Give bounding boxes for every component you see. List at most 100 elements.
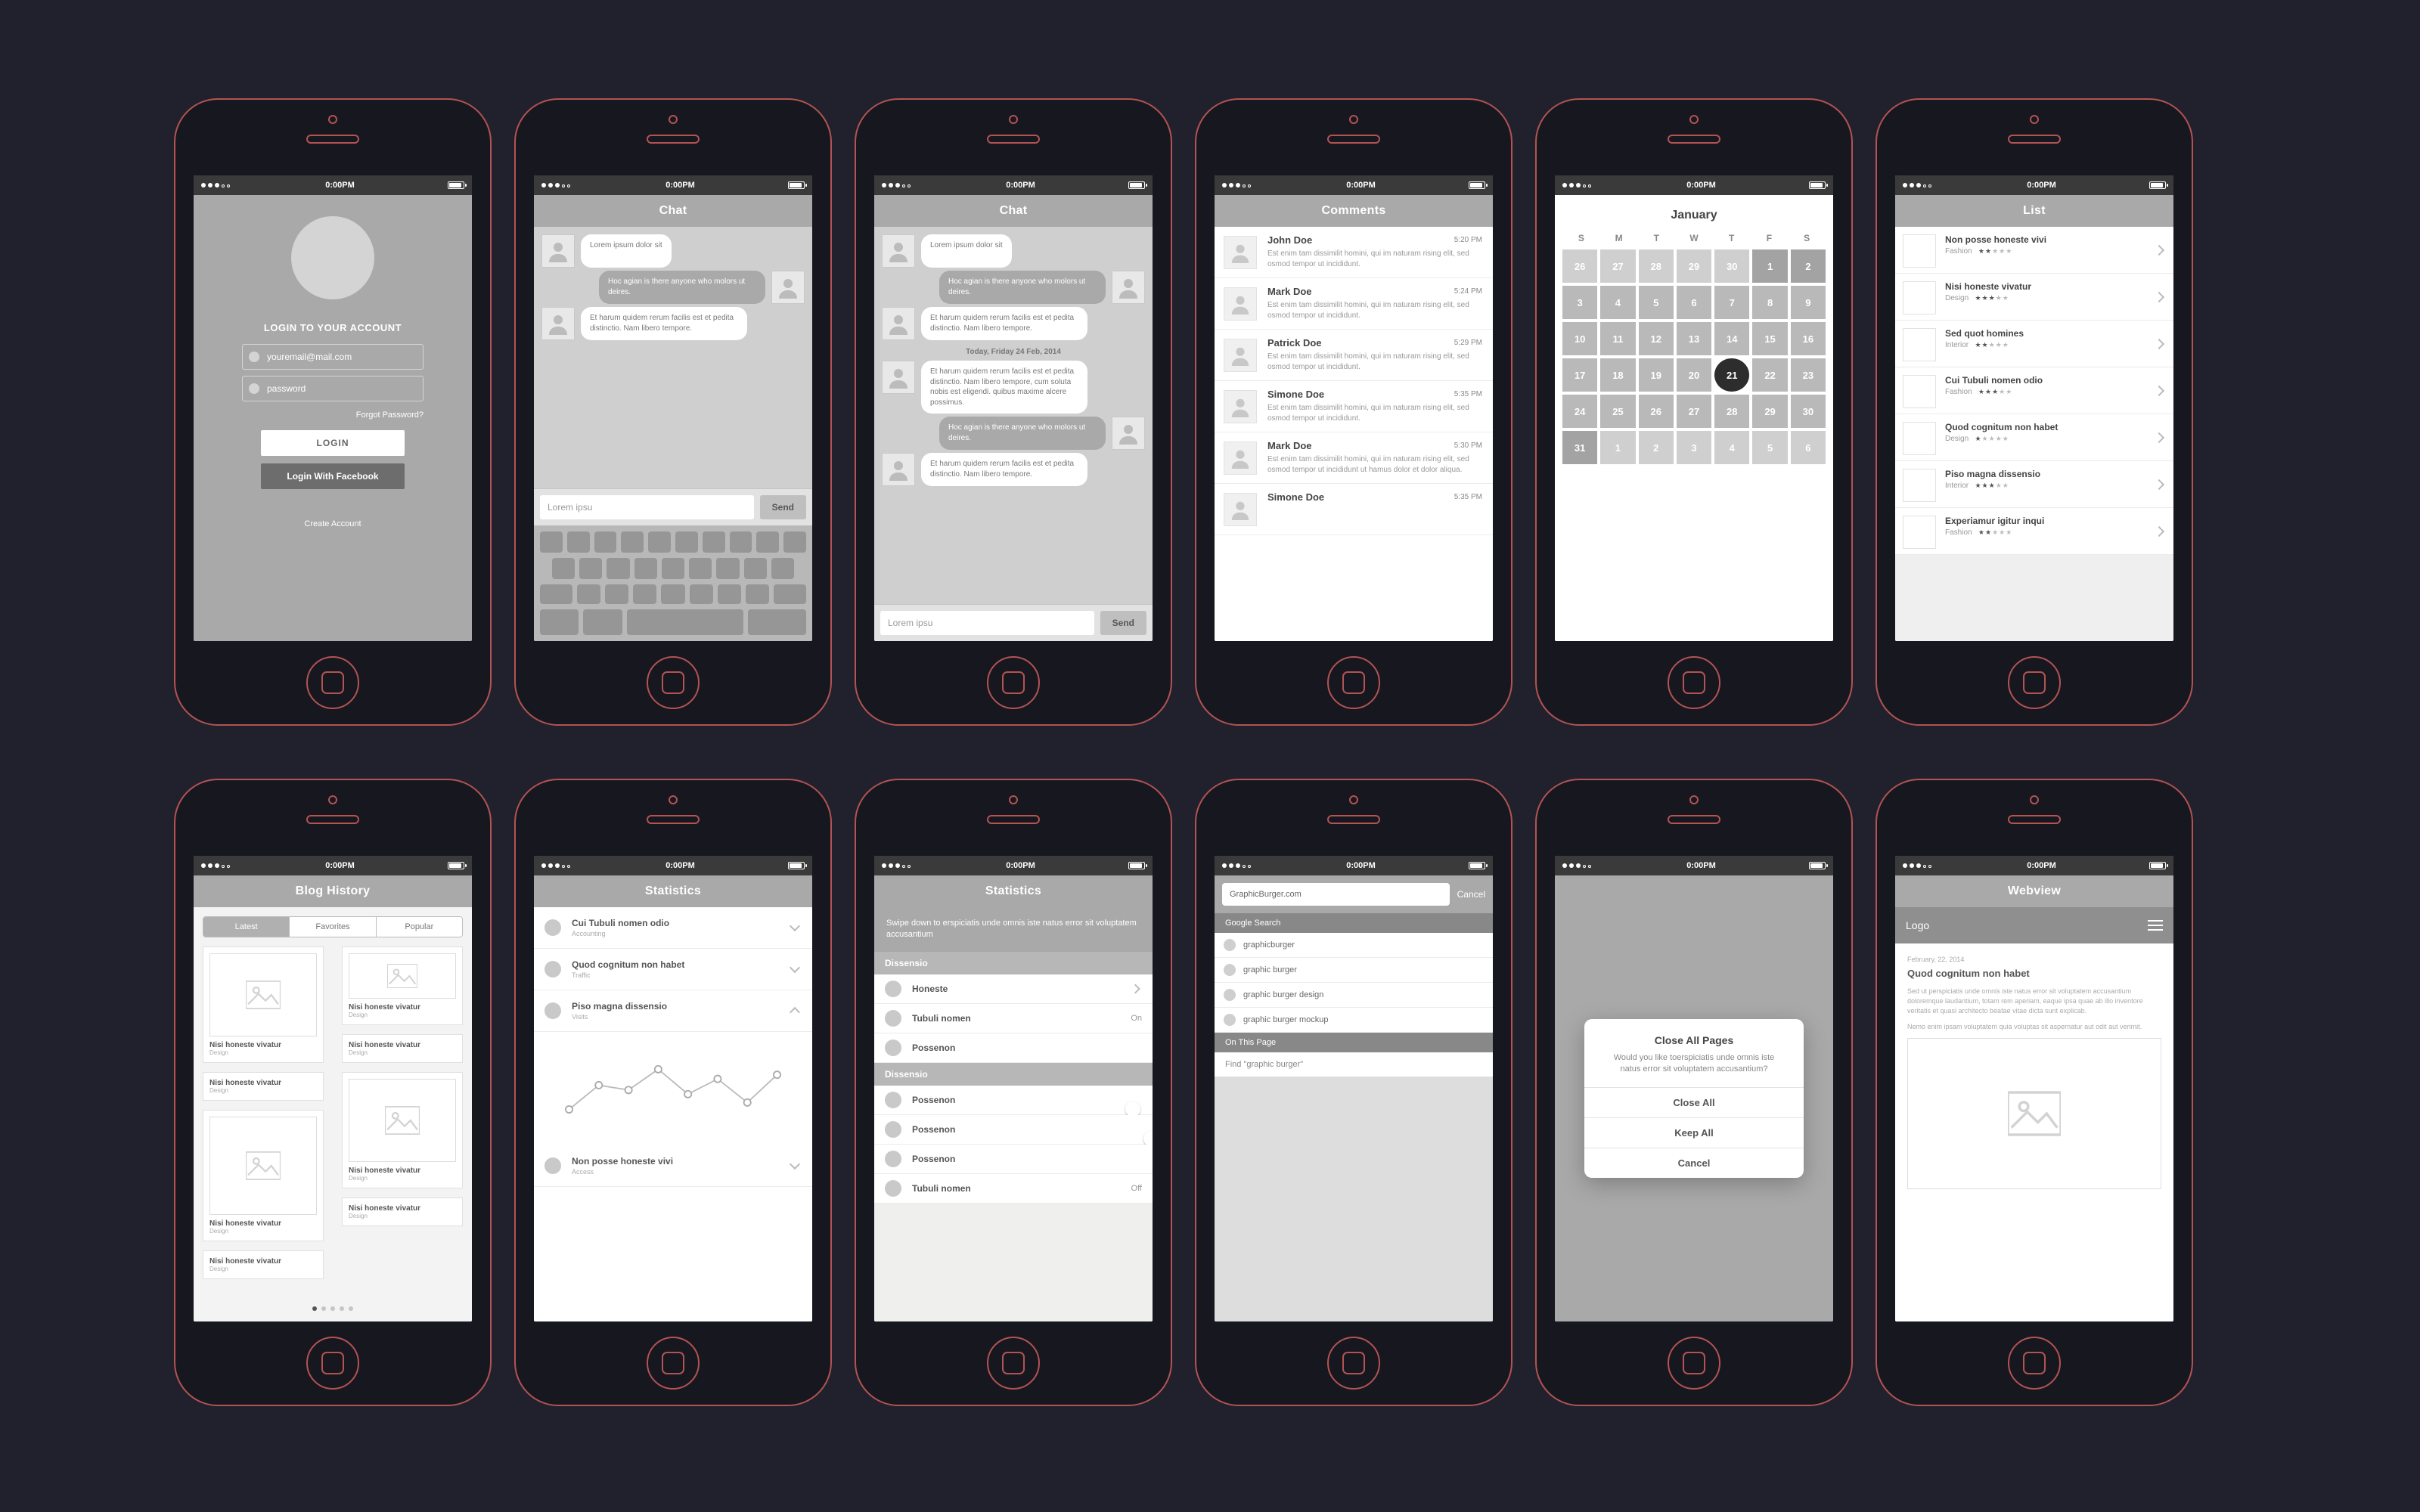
send-button[interactable]: Send (1100, 611, 1146, 635)
chat-body[interactable]: Lorem ipsum dolor sitMonday, 5:56 PMHoc … (874, 227, 1153, 604)
menu-icon[interactable] (2148, 920, 2163, 931)
create-account-link[interactable]: Create Account (304, 519, 361, 528)
calendar-day[interactable]: 15 (1752, 322, 1787, 355)
calendar-day[interactable]: 12 (1639, 322, 1674, 355)
calendar-day[interactable]: 9 (1791, 286, 1826, 319)
calendar-day[interactable]: 11 (1600, 322, 1635, 355)
blog-tile[interactable]: Nisi honeste vivaturDesign (203, 947, 324, 1063)
calendar-day[interactable]: 17 (1562, 358, 1597, 392)
list-item[interactable]: Nisi honeste vivaturDesign ★★★★★ (1895, 274, 2173, 321)
calendar-day[interactable]: 7 (1714, 286, 1749, 319)
blog-tile[interactable]: Nisi honeste vivaturDesign (203, 1110, 324, 1241)
password-field[interactable]: password (242, 376, 424, 401)
calendar-day[interactable]: 6 (1677, 286, 1711, 319)
settings-row[interactable]: Possenon (874, 1145, 1153, 1174)
find-on-page[interactable]: Find "graphic burger" (1215, 1052, 1493, 1077)
calendar-day[interactable]: 14 (1714, 322, 1749, 355)
calendar-day[interactable]: 3 (1562, 286, 1597, 319)
calendar-day[interactable]: 13 (1677, 322, 1711, 355)
list-item[interactable]: Quod cognitum non habetDesign ★★★★★ (1895, 414, 2173, 461)
comments-list[interactable]: John Doe5:20 PMEst enim tam dissimilit h… (1215, 227, 1493, 641)
keyboard[interactable] (534, 525, 812, 641)
calendar-day[interactable]: 21 (1714, 358, 1749, 392)
comment-row[interactable]: Mark Doe5:24 PMEst enim tam dissimilit h… (1215, 278, 1493, 330)
calendar-day[interactable]: 25 (1600, 395, 1635, 428)
calendar-grid[interactable]: 2627282930123456789101112131415161718192… (1562, 249, 1826, 464)
stats-row[interactable]: Cui Tubuli nomen odioAccounting (534, 907, 812, 949)
calendar-day[interactable]: 28 (1714, 395, 1749, 428)
settings-row[interactable]: Possenon (874, 1033, 1153, 1063)
calendar-day[interactable]: 19 (1639, 358, 1674, 392)
calendar-day[interactable]: 30 (1714, 249, 1749, 283)
search-suggestion[interactable]: graphic burger design (1215, 983, 1493, 1008)
comment-row[interactable]: Simone Doe5:35 PMEst enim tam dissimilit… (1215, 381, 1493, 432)
send-button[interactable]: Send (760, 495, 806, 519)
chat-body[interactable]: Lorem ipsum dolor sitMonday, 5:56 PMHoc … (534, 227, 812, 488)
blog-tile[interactable]: Nisi honeste vivaturDesign (342, 947, 463, 1025)
blog-tile[interactable]: Nisi honeste vivaturDesign (203, 1072, 324, 1101)
calendar-day[interactable]: 10 (1562, 322, 1597, 355)
calendar-day[interactable]: 8 (1752, 286, 1787, 319)
settings-row[interactable]: Honeste (874, 974, 1153, 1004)
calendar-day[interactable]: 1 (1752, 249, 1787, 283)
search-input[interactable]: GraphicBurger.com (1222, 883, 1450, 906)
calendar-day[interactable]: 24 (1562, 395, 1597, 428)
calendar-day[interactable]: 22 (1752, 358, 1787, 392)
settings-row[interactable]: Possenon (874, 1115, 1153, 1145)
comment-row[interactable]: Patrick Doe5:29 PMEst enim tam dissimili… (1215, 330, 1493, 381)
tab-popular[interactable]: Popular (376, 917, 462, 937)
stats-row[interactable]: Non posse honeste vivi Access (534, 1145, 812, 1187)
calendar-day[interactable]: 5 (1639, 286, 1674, 319)
calendar-day[interactable]: 31 (1562, 431, 1597, 464)
calendar-day[interactable]: 6 (1791, 431, 1826, 464)
calendar-day[interactable]: 4 (1714, 431, 1749, 464)
calendar-day[interactable]: 5 (1752, 431, 1787, 464)
calendar-day[interactable]: 29 (1752, 395, 1787, 428)
settings-row[interactable]: Tubuli nomenOn (874, 1004, 1153, 1033)
settings-row[interactable]: Tubuli nomenOff (874, 1174, 1153, 1204)
tab-favorites[interactable]: Favorites (289, 917, 375, 937)
tab-latest[interactable]: Latest (203, 917, 289, 937)
calendar-day[interactable]: 18 (1600, 358, 1635, 392)
list-item[interactable]: Non posse honeste viviFashion ★★★★★ (1895, 227, 2173, 274)
chat-input[interactable]: Lorem ipsu (880, 611, 1094, 635)
chat-input[interactable]: Lorem ipsu (540, 495, 754, 519)
calendar-day[interactable]: 23 (1791, 358, 1826, 392)
comment-row[interactable]: Mark Doe5:30 PMEst enim tam dissimilit h… (1215, 432, 1493, 484)
forgot-password-link[interactable]: Forgot Password? (242, 411, 424, 420)
comment-row[interactable]: John Doe5:20 PMEst enim tam dissimilit h… (1215, 227, 1493, 278)
calendar-day[interactable]: 1 (1600, 431, 1635, 464)
search-suggestion[interactable]: graphicburger (1215, 933, 1493, 958)
calendar-day[interactable]: 28 (1639, 249, 1674, 283)
calendar-day[interactable]: 27 (1600, 249, 1635, 283)
login-button[interactable]: LOGIN (261, 430, 405, 456)
email-field[interactable]: youremail@mail.com (242, 344, 424, 370)
blog-tile[interactable]: Nisi honeste vivaturDesign (203, 1250, 324, 1279)
search-suggestion[interactable]: graphic burger mockup (1215, 1008, 1493, 1033)
list-item[interactable]: Piso magna dissensioInterior ★★★★★ (1895, 461, 2173, 508)
calendar-day[interactable]: 29 (1677, 249, 1711, 283)
cancel-button[interactable]: Cancel (1457, 883, 1485, 906)
blog-tile[interactable]: Nisi honeste vivaturDesign (342, 1072, 463, 1188)
list-item[interactable]: Cui Tubuli nomen odioFashion ★★★★★ (1895, 367, 2173, 414)
cancel-button[interactable]: Cancel (1584, 1148, 1804, 1178)
blog-tile[interactable]: Nisi honeste vivaturDesign (342, 1198, 463, 1226)
calendar-day[interactable]: 16 (1791, 322, 1826, 355)
calendar-day[interactable]: 26 (1639, 395, 1674, 428)
keep-all-button[interactable]: Keep All (1584, 1117, 1804, 1148)
search-suggestion[interactable]: graphic burger (1215, 958, 1493, 983)
stats-row[interactable]: Quod cognitum non habetTraffic (534, 949, 812, 990)
comment-row[interactable]: Simone Doe5:35 PM (1215, 484, 1493, 535)
calendar-day[interactable]: 20 (1677, 358, 1711, 392)
list-item[interactable]: Experiamur igitur inquiFashion ★★★★★ (1895, 508, 2173, 555)
list-item[interactable]: Sed quot hominesInterior ★★★★★ (1895, 321, 2173, 367)
stats-row[interactable]: Piso magna dissensioVisits (534, 990, 812, 1032)
settings-row[interactable]: Possenon (874, 1086, 1153, 1115)
blog-tile[interactable]: Nisi honeste vivaturDesign (342, 1034, 463, 1063)
calendar-day[interactable]: 2 (1639, 431, 1674, 464)
close-all-button[interactable]: Close All (1584, 1087, 1804, 1117)
calendar-day[interactable]: 4 (1600, 286, 1635, 319)
calendar-day[interactable]: 2 (1791, 249, 1826, 283)
pager[interactable] (194, 1306, 472, 1311)
calendar-day[interactable]: 26 (1562, 249, 1597, 283)
